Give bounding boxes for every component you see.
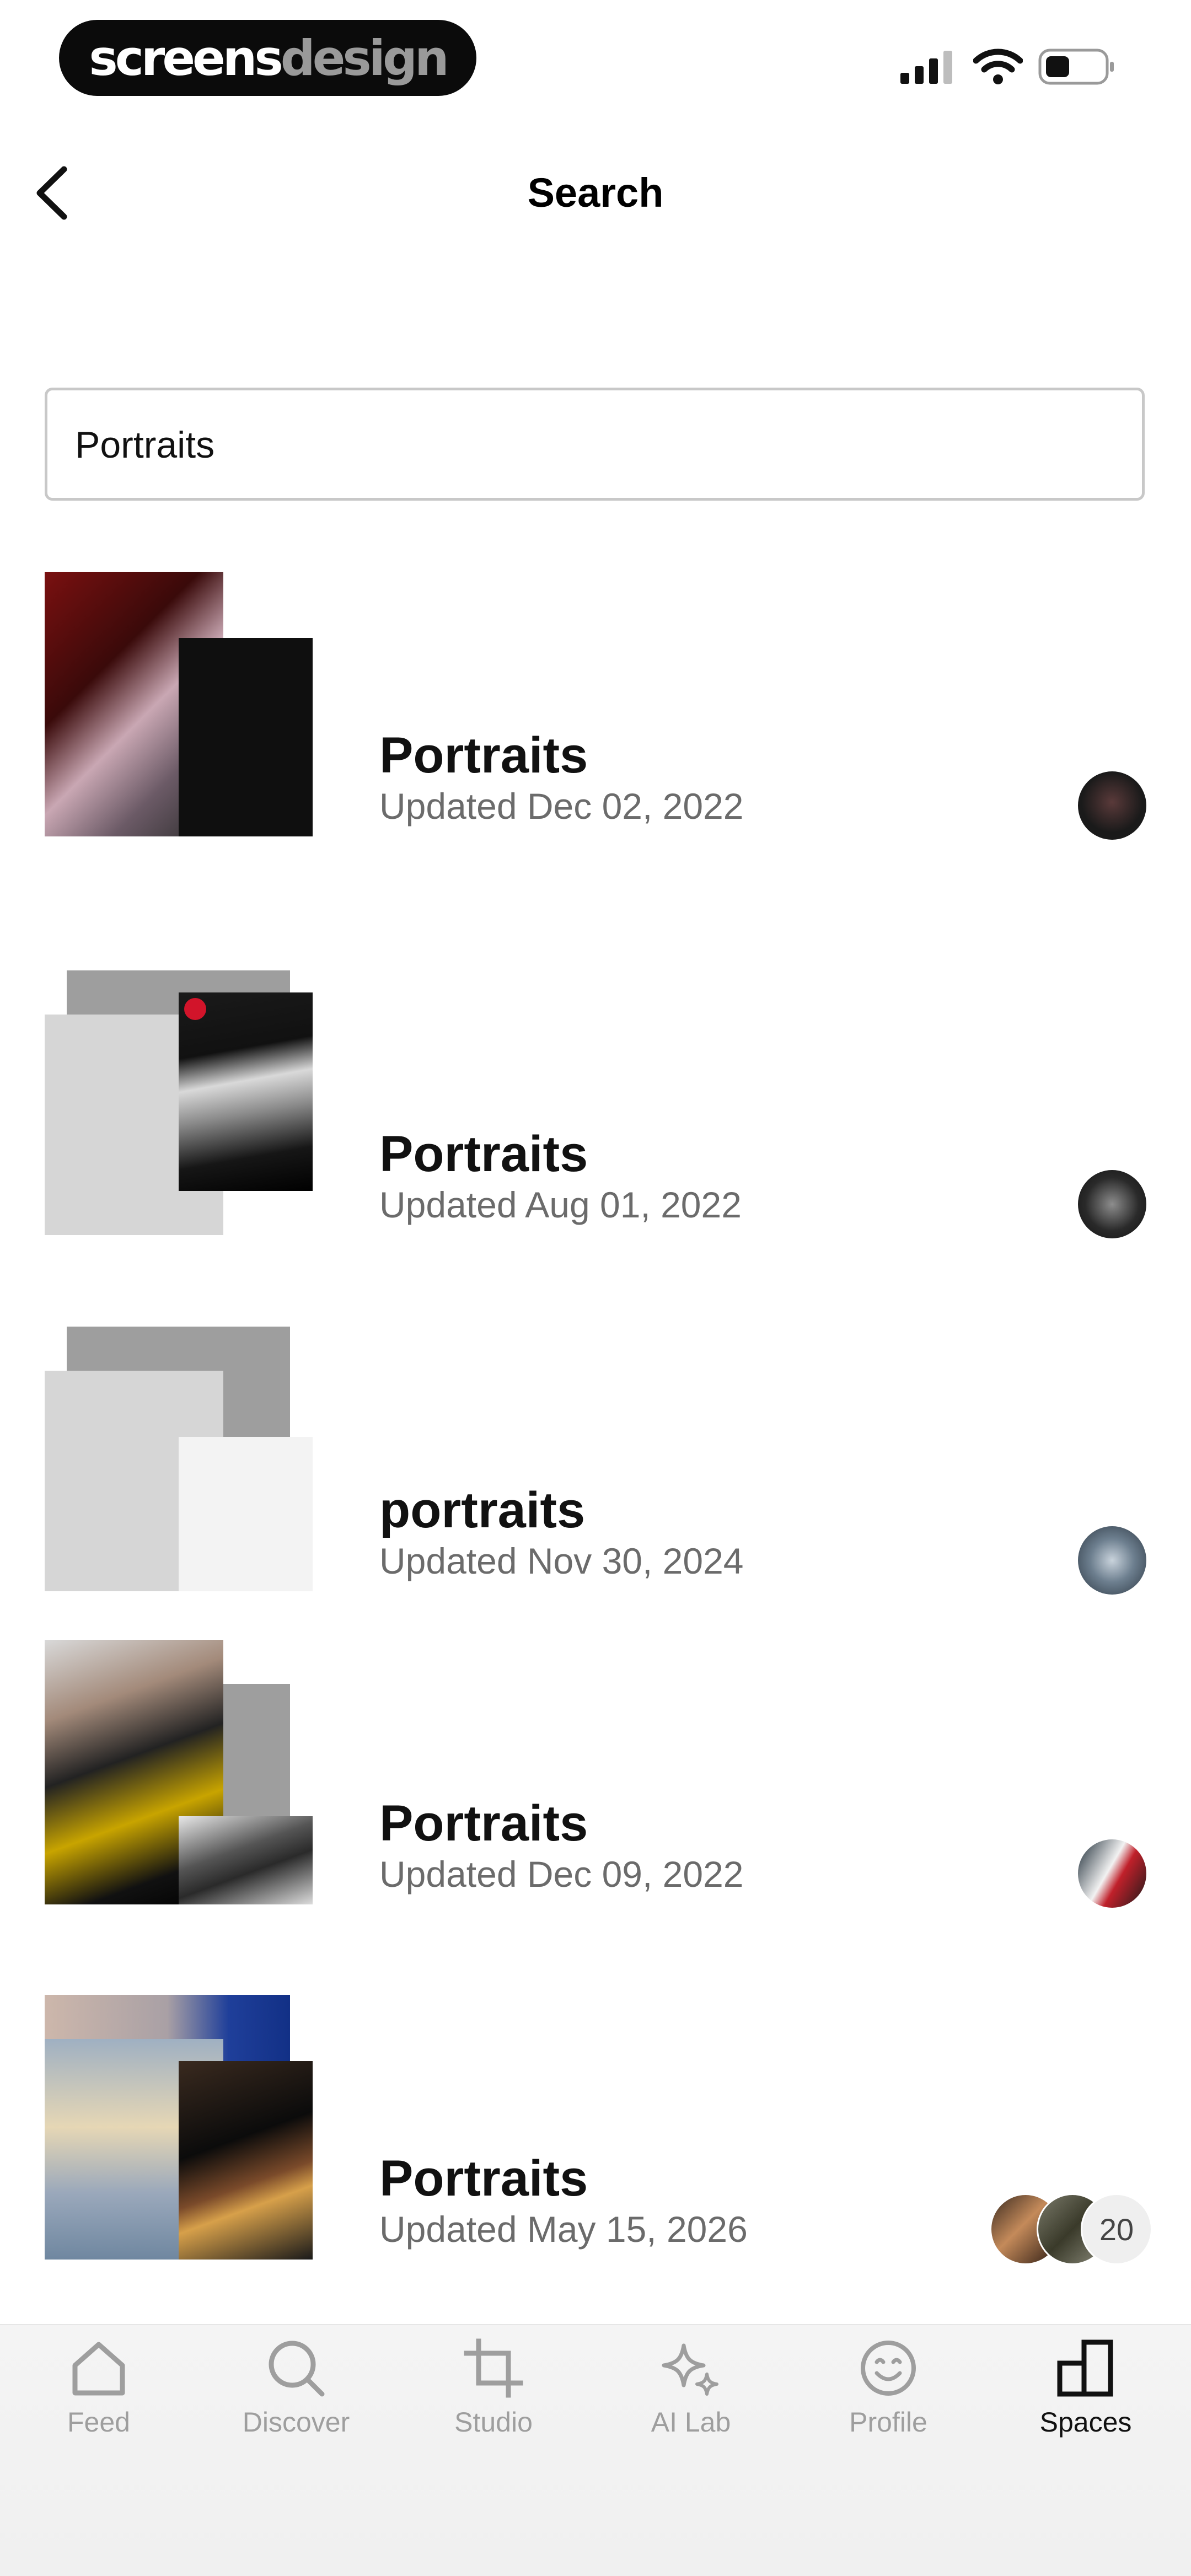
smiley-icon (861, 2341, 916, 2396)
collection-updated-date: Updated Dec 09, 2022 (379, 1854, 744, 1895)
brand-text-secondary: design (280, 29, 449, 87)
tab-label: Studio (454, 2407, 533, 2438)
tab-studio[interactable]: Studio (411, 2338, 576, 2438)
battery-icon (1038, 49, 1114, 85)
sparkle-icon (662, 2343, 718, 2396)
tab-feed[interactable]: Feed (16, 2338, 181, 2438)
brand-logo: screens design (59, 20, 476, 96)
list-item[interactable]: Portraits Updated Aug 01, 2022 (0, 970, 1191, 1257)
thumbnail-badge (184, 998, 206, 1020)
collection-name: Portraits (379, 2150, 588, 2207)
tab-label: Discover (242, 2407, 350, 2438)
crop-icon (464, 2338, 523, 2398)
tab-discover[interactable]: Discover (213, 2338, 379, 2438)
wifi-icon (973, 49, 1023, 84)
thumbnail-placeholder (179, 1437, 313, 1591)
home-icon (72, 2342, 125, 2396)
tab-ai-lab[interactable]: AI Lab (608, 2338, 774, 2438)
list-item[interactable]: portraits Updated Nov 30, 2024 (0, 1327, 1191, 1613)
collection-thumbnails (45, 1640, 313, 1904)
cellular-signal-icon (900, 51, 952, 84)
owner-avatar[interactable] (1078, 771, 1146, 840)
collection-name: Portraits (379, 1795, 588, 1852)
list-item[interactable]: Portraits Updated Dec 09, 2022 (0, 1640, 1191, 1926)
owner-avatar[interactable] (1078, 1170, 1146, 1238)
collection-updated-date: Updated May 15, 2026 (379, 2209, 748, 2250)
collection-name: Portraits (379, 1126, 588, 1182)
list-item[interactable]: Portraits Updated May 15, 2026 20 (0, 1995, 1191, 2282)
thumbnail-image (179, 2061, 313, 2260)
tab-label: AI Lab (651, 2407, 731, 2438)
spaces-icon (1057, 2339, 1113, 2397)
tab-label: Profile (849, 2407, 927, 2438)
owner-avatar[interactable] (1078, 1839, 1146, 1908)
tab-label: Feed (67, 2407, 130, 2438)
tab-profile[interactable]: Profile (806, 2338, 971, 2438)
collection-name: portraits (379, 1482, 586, 1538)
collection-thumbnails (45, 1995, 313, 2260)
collection-updated-date: Updated Nov 30, 2024 (379, 1541, 744, 1581)
list-item[interactable]: Portraits Updated Dec 02, 2022 (0, 572, 1191, 858)
search-icon (269, 2341, 325, 2397)
thumbnail-image (179, 992, 313, 1191)
collection-updated-date: Updated Dec 02, 2022 (379, 786, 744, 827)
collection-thumbnails (45, 572, 313, 836)
thumbnail-image (179, 638, 313, 836)
collection-name: Portraits (379, 727, 588, 783)
page-title: Search (527, 170, 664, 216)
tab-label: Spaces (1039, 2407, 1132, 2438)
owner-avatar[interactable] (1078, 1526, 1146, 1595)
thumbnail-image (179, 1816, 313, 1904)
collaborator-count-badge[interactable]: 20 (1081, 2193, 1152, 2265)
tab-spaces[interactable]: Spaces (1003, 2338, 1168, 2438)
collection-thumbnails (45, 1327, 313, 1591)
search-field[interactable] (45, 388, 1145, 501)
collection-thumbnails (45, 970, 313, 1235)
collection-updated-date: Updated Aug 01, 2022 (379, 1184, 742, 1225)
brand-text-primary: screens (89, 29, 283, 87)
search-input[interactable] (74, 390, 1113, 499)
